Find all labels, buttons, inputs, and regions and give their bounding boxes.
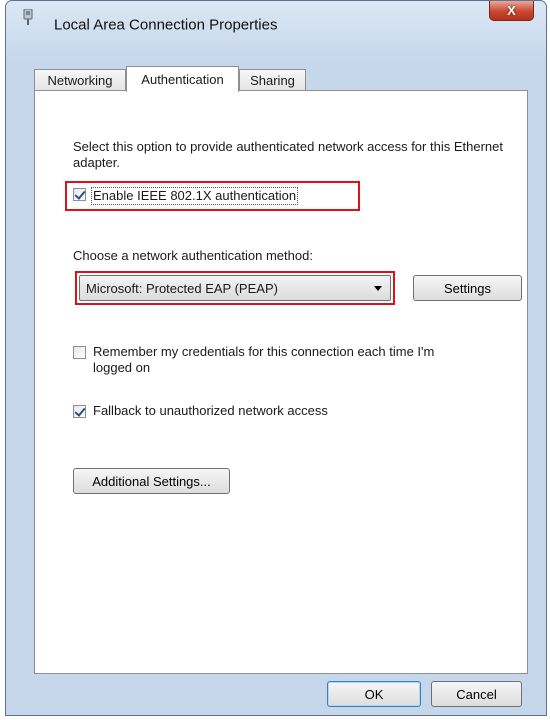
properties-dialog: Local Area Connection Properties X Netwo… — [5, 0, 547, 716]
tab-authentication[interactable]: Authentication — [126, 66, 239, 92]
window-title: Local Area Connection Properties — [54, 16, 278, 34]
additional-settings-button[interactable]: Additional Settings... — [73, 468, 230, 494]
cancel-button[interactable]: Cancel — [431, 681, 522, 707]
enable-8021x-checkbox[interactable] — [73, 188, 86, 201]
fallback-label[interactable]: Fallback to unauthorized network access — [93, 403, 328, 419]
settings-button[interactable]: Settings — [413, 275, 522, 301]
tab-networking[interactable]: Networking — [34, 69, 126, 91]
method-label: Choose a network authentication method: — [73, 248, 313, 263]
remember-credentials-checkbox[interactable] — [73, 346, 86, 359]
close-button[interactable]: X — [489, 1, 534, 21]
close-icon: X — [507, 3, 516, 18]
ok-button[interactable]: OK — [327, 681, 421, 707]
tab-sharing[interactable]: Sharing — [239, 69, 306, 91]
dropdown-arrow-icon — [374, 286, 382, 291]
fallback-checkbox[interactable] — [73, 405, 86, 418]
title-bar[interactable]: Local Area Connection Properties X — [6, 1, 546, 34]
authentication-description: Select this option to provide authentica… — [73, 139, 503, 170]
authentication-panel: Select this option to provide authentica… — [34, 90, 528, 674]
auth-method-value: Microsoft: Protected EAP (PEAP) — [86, 281, 278, 296]
enable-8021x-label[interactable]: Enable IEEE 802.1X authentication — [91, 187, 299, 205]
auth-method-select[interactable]: Microsoft: Protected EAP (PEAP) — [79, 275, 391, 301]
network-adapter-icon — [23, 9, 33, 25]
remember-credentials-label[interactable]: Remember my credentials for this connect… — [93, 344, 453, 376]
